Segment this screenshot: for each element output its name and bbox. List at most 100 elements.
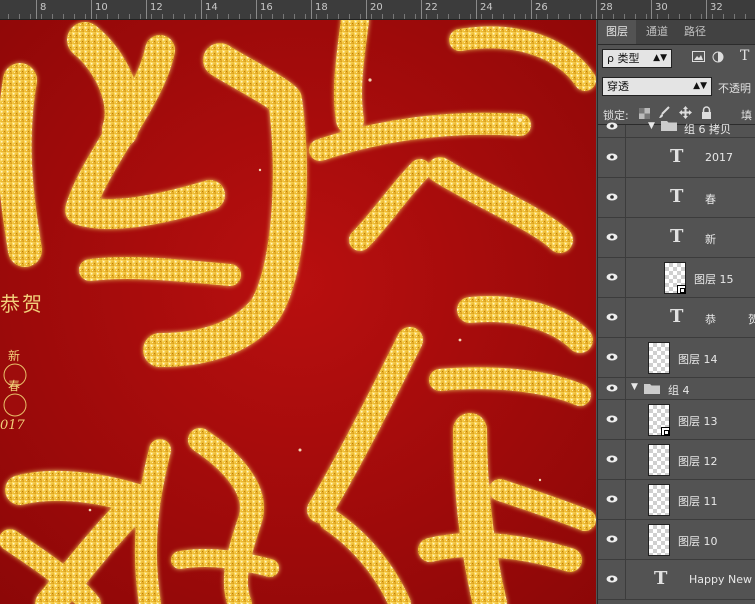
layer-thumbnail[interactable] — [648, 342, 670, 374]
visibility-toggle[interactable] — [598, 258, 626, 297]
ruler-minor-tick — [514, 14, 515, 19]
ruler-minor-tick — [701, 14, 702, 19]
layer-row-text-gong[interactable]: T 恭 贺 — [598, 298, 755, 338]
ruler-minor-tick — [195, 14, 196, 19]
visibility-toggle[interactable] — [598, 560, 626, 599]
visibility-toggle[interactable] — [598, 378, 626, 399]
tab-paths[interactable]: 路径 — [678, 20, 712, 44]
layer-thumbnail[interactable] — [648, 404, 670, 436]
ruler-minor-tick — [217, 14, 218, 19]
lock-position-move-icon[interactable] — [679, 106, 692, 122]
ruler-tick — [476, 0, 477, 19]
blend-mode-select[interactable]: 穿透 ▲▼ — [602, 77, 712, 96]
chevron-down-icon: ▲▼ — [653, 53, 667, 63]
ruler-label: 16 — [260, 2, 273, 13]
layer-name: 春 — [705, 193, 716, 206]
tab-layers[interactable]: 图层 — [598, 20, 636, 44]
ruler-minor-tick — [668, 14, 669, 19]
folder-icon — [661, 119, 677, 134]
visibility-toggle[interactable] — [598, 400, 626, 439]
ruler-minor-tick — [426, 14, 427, 19]
ruler-minor-tick — [712, 14, 713, 19]
ruler-tick — [36, 0, 37, 19]
ruler-minor-tick — [294, 14, 295, 19]
layer-thumbnail[interactable] — [648, 524, 670, 556]
ruler-minor-tick — [272, 14, 273, 19]
layer-name-overflow: 贺 — [748, 311, 755, 327]
visibility-toggle[interactable] — [598, 338, 626, 377]
layer-name: 组 4 — [668, 384, 690, 397]
ruler-minor-tick — [734, 14, 735, 19]
ruler-minor-tick — [371, 14, 372, 19]
triangle-down-icon[interactable]: ▼ — [648, 121, 655, 131]
visibility-toggle[interactable] — [598, 480, 626, 519]
layer-row-12[interactable]: 图层 12 — [598, 440, 755, 480]
ruler-minor-tick — [635, 14, 636, 19]
ruler-tick — [366, 0, 367, 19]
ruler-minor-tick — [63, 14, 64, 19]
visibility-toggle[interactable] — [598, 520, 626, 559]
ruler-minor-tick — [437, 14, 438, 19]
layer-row-text-happy-new-year[interactable]: T Happy New Y — [598, 560, 755, 600]
ruler-minor-tick — [580, 14, 581, 19]
visibility-toggle[interactable] — [598, 138, 626, 177]
visibility-toggle[interactable] — [598, 440, 626, 479]
side-seal-new: 新 — [8, 349, 21, 363]
layer-name: 图层 10 — [678, 535, 718, 548]
ruler-minor-tick — [239, 14, 240, 19]
smart-object-icon — [677, 285, 686, 294]
ruler-minor-tick — [613, 14, 614, 19]
layer-row-text-new[interactable]: T 新 — [598, 218, 755, 258]
ruler-minor-tick — [151, 14, 152, 19]
ruler-minor-tick — [602, 14, 603, 19]
ruler-label: 14 — [205, 2, 218, 13]
ruler-minor-tick — [382, 14, 383, 19]
opacity-label: 不透明 — [718, 82, 751, 95]
layer-row-14[interactable]: 图层 14 — [598, 338, 755, 378]
ruler-tick — [146, 0, 147, 19]
visibility-toggle[interactable] — [598, 298, 626, 337]
ruler-minor-tick — [415, 14, 416, 19]
adjustment-filter-icon[interactable] — [712, 51, 724, 66]
ruler-minor-tick — [41, 14, 42, 19]
ruler-minor-tick — [624, 14, 625, 19]
folder-icon — [644, 382, 660, 397]
ruler-minor-tick — [30, 14, 31, 19]
type-filter-icon[interactable]: T — [740, 48, 749, 64]
lock-transparent-icon[interactable] — [639, 108, 650, 122]
ruler-minor-tick — [349, 14, 350, 19]
layer-thumbnail[interactable] — [664, 262, 686, 294]
layer-row-group-copy[interactable]: ▼ 组 6 拷贝 — [598, 121, 755, 138]
layer-name: 图层 11 — [678, 495, 718, 508]
ruler-tick — [596, 0, 597, 19]
visibility-toggle[interactable] — [598, 178, 626, 217]
ruler-minor-tick — [503, 14, 504, 19]
layer-row-11[interactable]: 图层 11 — [598, 480, 755, 520]
horizontal-ruler[interactable]: 8 10 12 14 16 18 20 22 24 26 28 30 32 — [0, 0, 755, 20]
layer-row-10[interactable]: 图层 10 — [598, 520, 755, 560]
side-text-greeting: 恭贺 — [0, 292, 44, 316]
document-canvas[interactable]: 恭贺 新 春 017 — [0, 20, 596, 604]
layer-row-text-2017[interactable]: T 2017 — [598, 138, 755, 178]
ruler-label: 24 — [480, 2, 493, 13]
layer-row-13[interactable]: 图层 13 — [598, 400, 755, 440]
visibility-toggle[interactable] — [598, 122, 626, 137]
fill-label: 填 — [741, 109, 752, 122]
ruler-minor-tick — [404, 14, 405, 19]
triangle-down-icon[interactable]: ▼ — [631, 382, 638, 392]
ruler-label: 26 — [535, 2, 548, 13]
layer-name: 组 6 拷贝 — [684, 123, 731, 136]
smart-object-icon — [661, 427, 670, 436]
layer-thumbnail[interactable] — [648, 444, 670, 476]
visibility-toggle[interactable] — [598, 218, 626, 257]
layer-name: 图层 14 — [678, 353, 718, 366]
layer-filter-select[interactable]: ρ 类型 ▲▼ — [602, 49, 672, 68]
tab-channels[interactable]: 通道 — [640, 20, 674, 44]
layer-row-15[interactable]: 图层 15 — [598, 258, 755, 298]
layer-row-text-spring[interactable]: T 春 — [598, 178, 755, 218]
layer-thumbnail[interactable] — [648, 484, 670, 516]
lock-all-icon[interactable] — [701, 106, 712, 122]
image-filter-icon[interactable] — [692, 51, 705, 65]
layer-row-group-4[interactable]: ▼ 组 4 — [598, 378, 755, 400]
ruler-minor-tick — [19, 14, 20, 19]
